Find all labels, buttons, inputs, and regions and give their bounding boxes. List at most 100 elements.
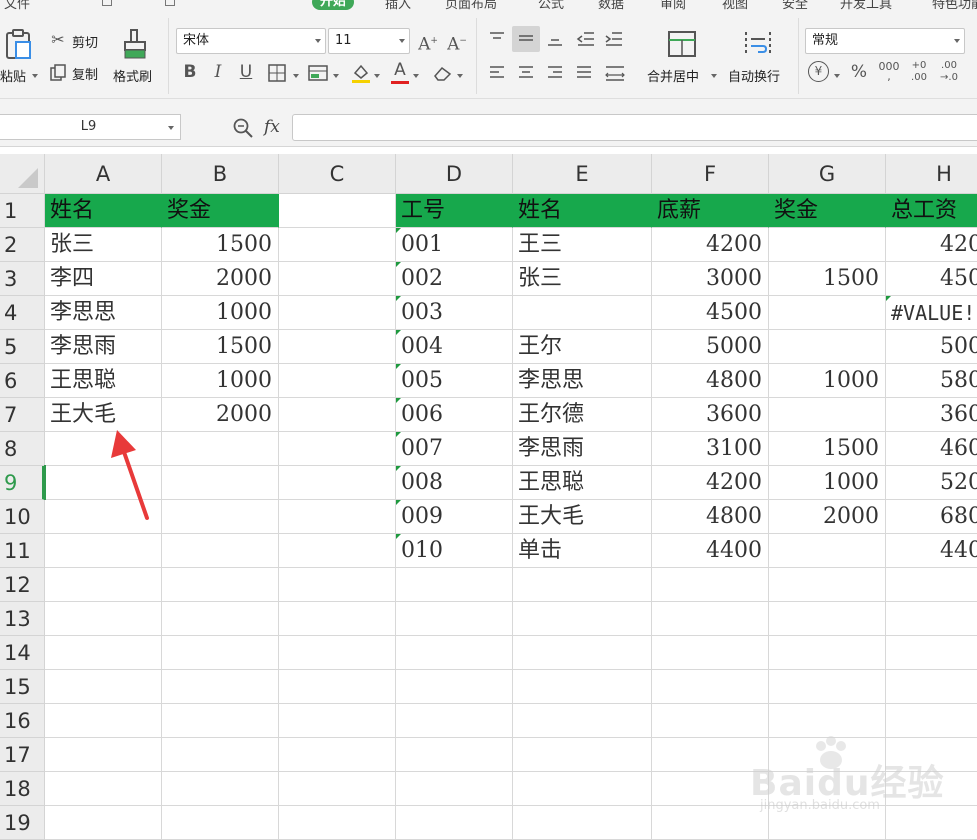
employee-id-cell[interactable]: 003 — [396, 296, 513, 330]
select-all-corner[interactable] — [0, 154, 45, 194]
total-salary-cell[interactable]: 5800 — [886, 364, 977, 398]
total-salary-cell[interactable]: 4600 — [886, 432, 977, 466]
base-salary-cell[interactable]: 3000 — [652, 262, 769, 296]
cell[interactable] — [396, 772, 513, 806]
thousands-separator-icon[interactable]: 000, — [876, 61, 902, 82]
wrap-text-button[interactable]: 自动换行 — [726, 28, 794, 90]
tab-insert[interactable]: 插入 — [385, 0, 411, 12]
tab-page-layout[interactable]: 页面布局 — [445, 0, 497, 12]
align-top-icon[interactable] — [488, 30, 506, 48]
row-header-12[interactable]: 12 — [0, 568, 45, 602]
employee-id-cell[interactable]: 001 — [396, 228, 513, 262]
name-cell[interactable]: 王大毛 — [513, 500, 652, 534]
row-header-11[interactable]: 11 — [0, 534, 45, 568]
column-header-a[interactable]: A — [45, 154, 162, 194]
copy-button[interactable]: 复制 — [48, 62, 108, 84]
cell[interactable] — [162, 772, 279, 806]
name-cell[interactable]: 李思思 — [513, 364, 652, 398]
cell[interactable] — [652, 704, 769, 738]
column-header-e[interactable]: E — [513, 154, 652, 194]
name-cell[interactable]: 李思雨 — [513, 432, 652, 466]
name-cell[interactable]: 张三 — [513, 262, 652, 296]
base-salary-cell[interactable]: 5000 — [652, 330, 769, 364]
increase-indent-icon[interactable] — [604, 30, 624, 48]
bold-icon[interactable]: B — [180, 62, 200, 82]
header-cell[interactable]: 奖金 — [769, 194, 886, 228]
cell[interactable] — [279, 228, 396, 262]
name-cell[interactable]: 王思聪 — [513, 466, 652, 500]
cell[interactable] — [279, 466, 396, 500]
row-header-9[interactable]: 9 — [0, 466, 45, 500]
merge-center-button[interactable]: 合并居中 — [643, 28, 723, 90]
distributed-align-icon[interactable] — [604, 64, 626, 82]
cell[interactable] — [45, 534, 162, 568]
align-middle-button[interactable] — [512, 26, 540, 52]
tab-view[interactable]: 视图 — [722, 0, 748, 12]
cell[interactable] — [279, 772, 396, 806]
row-header-18[interactable]: 18 — [0, 772, 45, 806]
column-header-f[interactable]: F — [652, 154, 769, 194]
currency-dropdown-icon[interactable] — [834, 74, 840, 78]
cell[interactable] — [45, 602, 162, 636]
tab-security[interactable]: 安全 — [782, 0, 808, 12]
cell[interactable] — [162, 806, 279, 840]
cell[interactable] — [45, 636, 162, 670]
bonus-cell[interactable]: 2000 — [162, 398, 279, 432]
name-cell[interactable]: 李思雨 — [45, 330, 162, 364]
cell[interactable] — [652, 806, 769, 840]
paste-button[interactable]: 粘贴 — [0, 14, 42, 90]
chevron-down-icon[interactable] — [168, 126, 174, 130]
cell[interactable] — [886, 806, 977, 840]
base-salary-cell[interactable]: 4400 — [652, 534, 769, 568]
tab-special[interactable]: 特色功能 — [932, 0, 977, 12]
cell[interactable] — [45, 500, 162, 534]
borders-icon[interactable] — [268, 64, 288, 82]
cell[interactable] — [162, 636, 279, 670]
tab-formulas[interactable]: 公式 — [538, 0, 564, 12]
row-header-8[interactable]: 8 — [0, 432, 45, 466]
header-cell[interactable]: 姓名 — [45, 194, 162, 228]
column-header-g[interactable]: G — [769, 154, 886, 194]
cell[interactable] — [513, 772, 652, 806]
cell[interactable] — [886, 670, 977, 704]
cell[interactable] — [886, 602, 977, 636]
cell[interactable] — [162, 602, 279, 636]
cell[interactable] — [162, 568, 279, 602]
base-salary-cell[interactable]: 3600 — [652, 398, 769, 432]
cell[interactable] — [279, 194, 396, 228]
fill-color-icon[interactable] — [350, 62, 372, 84]
employee-id-cell[interactable]: 002 — [396, 262, 513, 296]
decrease-font-icon[interactable]: A− — [447, 31, 467, 55]
cell[interactable] — [45, 568, 162, 602]
bonus-cell[interactable]: 1000 — [162, 364, 279, 398]
align-bottom-icon[interactable] — [546, 30, 564, 48]
tab-review[interactable]: 审阅 — [660, 0, 686, 12]
bonus-cell[interactable]: 1500 — [769, 432, 886, 466]
base-salary-cell[interactable]: 4800 — [652, 364, 769, 398]
cell[interactable] — [886, 568, 977, 602]
name-cell[interactable]: 王大毛 — [45, 398, 162, 432]
cell[interactable] — [162, 466, 279, 500]
cell[interactable] — [652, 602, 769, 636]
header-cell[interactable]: 奖金 — [162, 194, 279, 228]
base-salary-cell[interactable]: 4800 — [652, 500, 769, 534]
row-header-3[interactable]: 3 — [0, 262, 45, 296]
cell[interactable] — [45, 772, 162, 806]
fx-icon[interactable]: fx — [264, 117, 280, 137]
cell[interactable] — [279, 330, 396, 364]
clear-dropdown-icon[interactable] — [457, 74, 463, 78]
name-cell[interactable]: 李思思 — [45, 296, 162, 330]
row-header-7[interactable]: 7 — [0, 398, 45, 432]
cell[interactable] — [162, 704, 279, 738]
cell[interactable] — [769, 670, 886, 704]
cell[interactable] — [162, 534, 279, 568]
zoom-formula-icon[interactable] — [232, 117, 254, 139]
percent-icon[interactable]: % — [848, 62, 870, 82]
column-header-h[interactable]: H — [886, 154, 977, 194]
cell[interactable] — [279, 296, 396, 330]
row-header-4[interactable]: 4 — [0, 296, 45, 330]
employee-id-cell[interactable]: 005 — [396, 364, 513, 398]
bonus-cell[interactable]: 1000 — [162, 296, 279, 330]
column-header-b[interactable]: B — [162, 154, 279, 194]
row-header-1[interactable]: 1 — [0, 194, 45, 228]
